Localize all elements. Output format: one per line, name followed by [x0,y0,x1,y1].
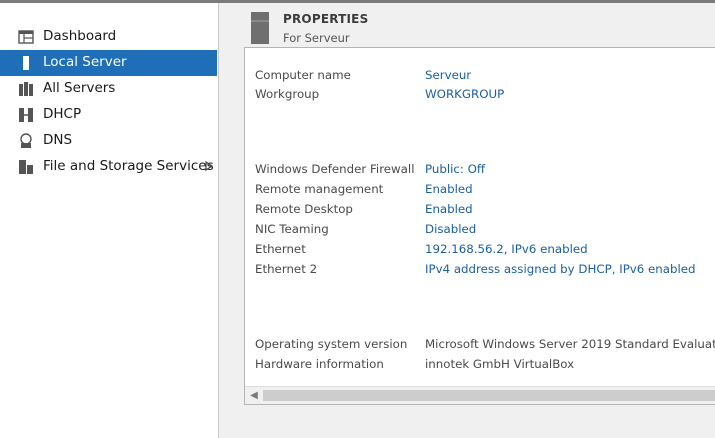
property-label: NIC Teaming [255,222,329,236]
property-label: Computer name [255,68,351,82]
dns-icon [20,133,32,148]
scrollbar-thumb[interactable] [263,390,715,401]
sidebar-item-dashboard[interactable]: Dashboard [0,24,217,50]
page-title: PROPERTIES [283,12,369,26]
chevron-right-icon[interactable] [204,159,214,173]
property-label: Ethernet [255,242,306,256]
property-label: Windows Defender Firewall [255,162,415,176]
page-subtitle: For Serveur [283,31,350,45]
sidebar-nav: Dashboard Local Server All Servers DHCP [0,24,218,180]
remote-management-link[interactable]: Enabled [425,182,473,196]
local-server-icon [23,56,29,70]
sidebar-item-dns[interactable]: DNS [0,128,217,154]
sidebar-item-label: All Servers [43,80,116,96]
property-label: Remote Desktop [255,202,353,216]
sidebar: Dashboard Local Server All Servers DHCP [0,3,219,438]
ethernet2-link[interactable]: IPv4 address assigned by DHCP, IPv6 enab… [425,262,696,276]
sidebar-item-label: DHCP [43,106,82,122]
sidebar-item-local-server[interactable]: Local Server [0,50,217,76]
os-version-value: Microsoft Windows Server 2019 Standard E… [425,337,715,351]
property-label: Ethernet 2 [255,262,318,276]
workgroup-link[interactable]: WORKGROUP [425,87,504,101]
computer-name-link[interactable]: Serveur [425,68,471,82]
ethernet-link[interactable]: 192.168.56.2, IPv6 enabled [425,242,588,256]
sidebar-item-dhcp[interactable]: DHCP [0,102,217,128]
properties-panel: Computer name Serveur Workgroup WORKGROU… [244,47,715,405]
sidebar-item-label: File and Storage Services [43,158,214,174]
sidebar-item-file-storage[interactable]: File and Storage Services [0,154,217,180]
firewall-link[interactable]: Public: Off [425,162,485,176]
file-storage-icon [19,160,33,174]
dhcp-icon [19,108,33,122]
dashboard-icon [18,30,34,44]
hardware-value: innotek GmbH VirtualBox [425,357,575,371]
nic-teaming-link[interactable]: Disabled [425,222,476,236]
server-icon [251,12,269,44]
property-label: Operating system version [255,337,408,351]
property-label: Hardware information [255,357,384,371]
sidebar-item-label: Dashboard [43,28,117,44]
main-content: PROPERTIES For Serveur Computer name Ser… [219,3,715,438]
scroll-left-arrow-icon[interactable]: ◀ [247,389,261,402]
remote-desktop-link[interactable]: Enabled [425,202,473,216]
all-servers-icon [19,82,33,96]
sidebar-item-all-servers[interactable]: All Servers [0,76,217,102]
property-label: Remote management [255,182,384,196]
sidebar-item-label: DNS [43,132,73,148]
horizontal-scrollbar[interactable]: ◀ [245,386,715,404]
sidebar-item-label: Local Server [43,54,127,70]
property-label: Workgroup [255,87,320,101]
